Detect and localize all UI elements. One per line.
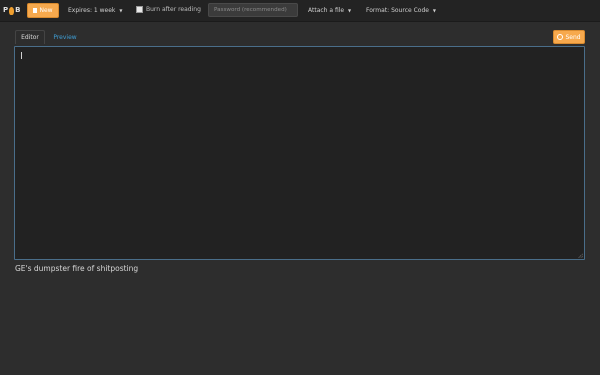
format-dropdown[interactable]: Format: Source Code ▼ bbox=[366, 7, 436, 14]
new-button[interactable]: New bbox=[27, 3, 59, 18]
password-placeholder: Password (recommended) bbox=[214, 7, 287, 13]
resize-handle[interactable] bbox=[578, 253, 583, 258]
site-logo[interactable]: P B bbox=[3, 5, 21, 16]
navbar: P B New Expires: 1 week ▼ Burn after rea… bbox=[0, 0, 600, 22]
burn-label: Burn after reading bbox=[146, 6, 201, 13]
send-button[interactable]: Send bbox=[553, 30, 585, 44]
attach-label: Attach a file bbox=[308, 7, 345, 14]
caret-down-icon: ▼ bbox=[432, 8, 436, 13]
expires-label: Expires: 1 week bbox=[68, 7, 116, 14]
burn-checkbox[interactable] bbox=[136, 6, 143, 13]
file-icon bbox=[33, 8, 38, 13]
paste-editor[interactable] bbox=[14, 46, 585, 260]
format-label: Format: Source Code bbox=[366, 7, 429, 14]
text-cursor bbox=[21, 52, 22, 59]
footer-tagline: GE's dumpster fire of shitposting bbox=[15, 264, 139, 273]
caret-down-icon: ▼ bbox=[348, 8, 352, 13]
tab-editor-label: Editor bbox=[21, 34, 39, 41]
tab-preview[interactable]: Preview bbox=[52, 30, 78, 44]
send-icon bbox=[557, 34, 564, 40]
caret-down-icon: ▼ bbox=[119, 8, 123, 13]
attach-file-dropdown[interactable]: Attach a file ▼ bbox=[308, 7, 351, 14]
burn-after-reading-toggle[interactable]: Burn after reading bbox=[136, 6, 201, 13]
password-input[interactable]: Password (recommended) bbox=[208, 3, 298, 17]
expires-dropdown[interactable]: Expires: 1 week ▼ bbox=[68, 7, 122, 14]
new-button-label: New bbox=[39, 7, 53, 14]
flame-icon bbox=[9, 6, 15, 15]
tab-editor[interactable]: Editor bbox=[15, 30, 45, 44]
send-button-label: Send bbox=[565, 33, 581, 41]
tab-preview-label: Preview bbox=[53, 33, 77, 41]
